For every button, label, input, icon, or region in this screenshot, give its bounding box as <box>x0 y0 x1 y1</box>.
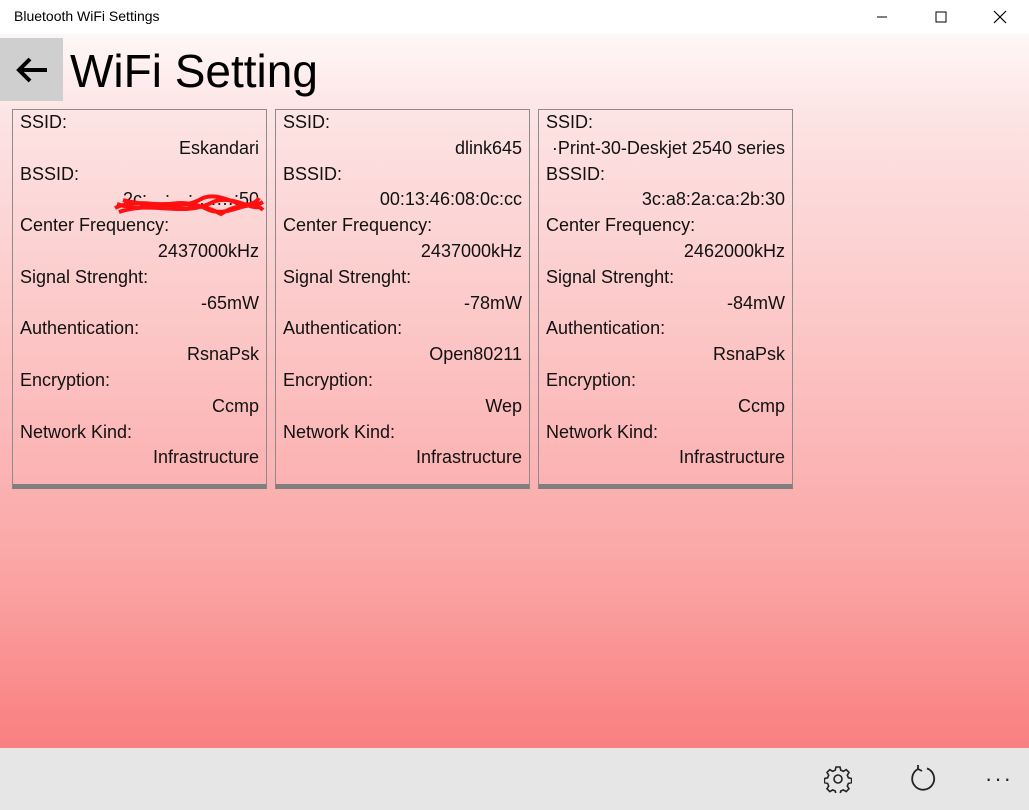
network-card[interactable]: SSID: Eskandari BSSID: 2c:…:…:…:…:50 Cen… <box>12 109 267 489</box>
kind-value: Infrastructure <box>415 447 522 468</box>
frequency-label: Center Frequency: <box>546 215 696 236</box>
close-icon <box>993 10 1007 24</box>
signal-label: Signal Strenght: <box>20 266 149 287</box>
encryption-label: Encryption: <box>283 369 374 390</box>
encryption-label: Encryption: <box>546 369 637 390</box>
auth-label: Authentication: <box>283 318 403 339</box>
refresh-button[interactable] <box>901 756 947 802</box>
kind-label: Network Kind: <box>546 421 659 442</box>
frequency-value: 2437000kHz <box>420 240 522 261</box>
more-button[interactable]: ··· <box>976 756 1022 802</box>
auth-value: RsnaPsk <box>712 344 785 365</box>
encryption-value: Wep <box>485 395 522 416</box>
more-icon: ··· <box>985 766 1013 791</box>
command-bar: ··· <box>0 748 1029 810</box>
signal-label: Signal Strenght: <box>283 266 412 287</box>
settings-icon <box>824 766 852 793</box>
auth-label: Authentication: <box>20 318 140 339</box>
bssid-label: BSSID: <box>546 163 606 184</box>
bssid-value: 3c:a8:2a:ca:2b:30 <box>641 189 785 210</box>
settings-button[interactable] <box>815 756 861 802</box>
network-card[interactable]: SSID: dlink645 BSSID: 00:13:46:08:0c:cc … <box>275 109 530 489</box>
app-title: Bluetooth WiFi Settings <box>14 8 160 24</box>
frequency-value: 2437000kHz <box>157 240 259 261</box>
signal-value: -78mW <box>464 292 522 313</box>
kind-value: Infrastructure <box>152 447 259 468</box>
auth-label: Authentication: <box>546 318 666 339</box>
bssid-label: BSSID: <box>20 163 80 184</box>
minimize-button[interactable] <box>854 0 910 34</box>
ssid-label: SSID: <box>20 112 68 132</box>
encryption-label: Encryption: <box>20 369 111 390</box>
kind-value: Infrastructure <box>678 447 785 468</box>
signal-value: -84mW <box>727 292 785 313</box>
redaction-scribble <box>114 194 265 217</box>
signal-value: -65mW <box>201 292 259 313</box>
ssid-value: dlink645 <box>454 137 522 158</box>
back-button[interactable] <box>0 38 63 101</box>
kind-label: Network Kind: <box>20 421 133 442</box>
signal-label: Signal Strenght: <box>546 266 675 287</box>
ssid-value: Eskandari <box>178 137 259 158</box>
maximize-button[interactable] <box>913 0 969 34</box>
ssid-value: ·Print-30-Deskjet 2540 series <box>551 137 785 158</box>
frequency-label: Center Frequency: <box>283 215 433 236</box>
title-bar: Bluetooth WiFi Settings <box>0 0 1029 34</box>
auth-value: Open80211 <box>429 344 522 365</box>
minimize-icon <box>877 16 887 18</box>
back-arrow-icon <box>15 57 47 82</box>
encryption-value: Ccmp <box>737 395 785 416</box>
maximize-icon <box>935 11 947 23</box>
frequency-value: 2462000kHz <box>683 240 785 261</box>
ssid-label: SSID: <box>283 112 331 132</box>
bssid-value: 00:13:46:08:0c:cc <box>379 189 522 210</box>
bssid-label: BSSID: <box>283 163 343 184</box>
close-button[interactable] <box>972 0 1028 34</box>
network-card[interactable]: SSID: ·Print-30-Deskjet 2540 series BSSI… <box>538 109 793 489</box>
ssid-label: SSID: <box>546 112 594 132</box>
refresh-icon <box>911 765 936 791</box>
auth-value: RsnaPsk <box>186 344 259 365</box>
kind-label: Network Kind: <box>283 421 396 442</box>
encryption-value: Ccmp <box>211 395 259 416</box>
page-title: WiFi Setting <box>70 45 318 97</box>
